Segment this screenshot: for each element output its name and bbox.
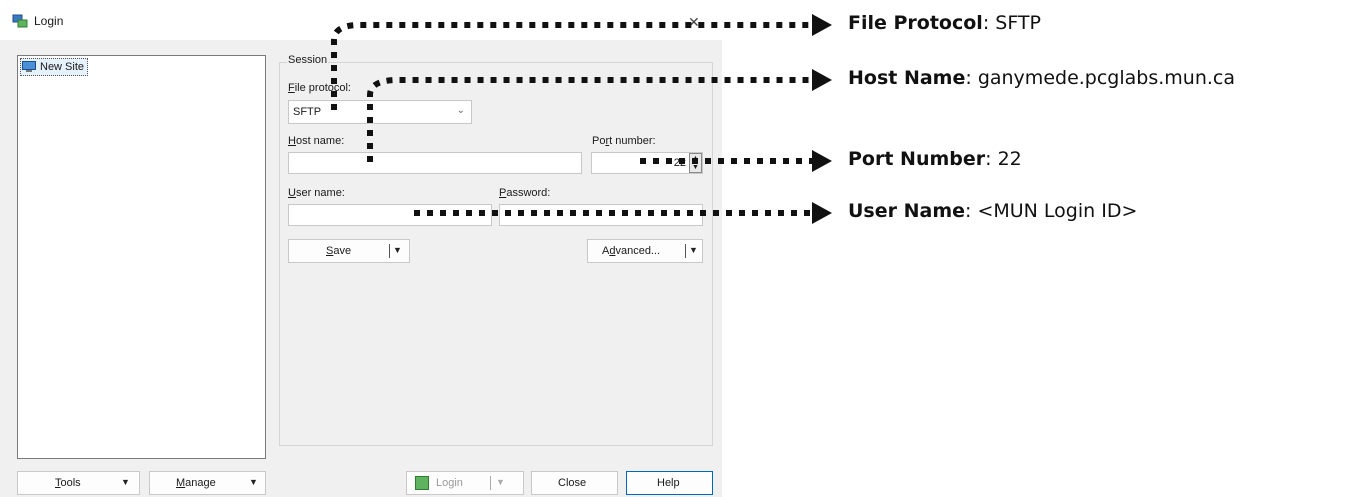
annotation-user-name: User Name: <MUN Login ID> xyxy=(848,200,1138,222)
host-name-pointer xyxy=(367,77,815,162)
annotation-host-name: Host Name: ganymede.pcglabs.mun.ca xyxy=(848,67,1236,89)
arrowhead-icon xyxy=(812,14,832,36)
annotation-port-number: Port Number: 22 xyxy=(848,148,1022,170)
annotation-file-protocol: File Protocol: SFTP xyxy=(848,12,1041,34)
arrowhead-icon xyxy=(812,150,832,172)
arrowhead-icon xyxy=(812,69,832,91)
file-protocol-pointer xyxy=(331,22,815,110)
arrowhead-icon xyxy=(812,202,832,224)
